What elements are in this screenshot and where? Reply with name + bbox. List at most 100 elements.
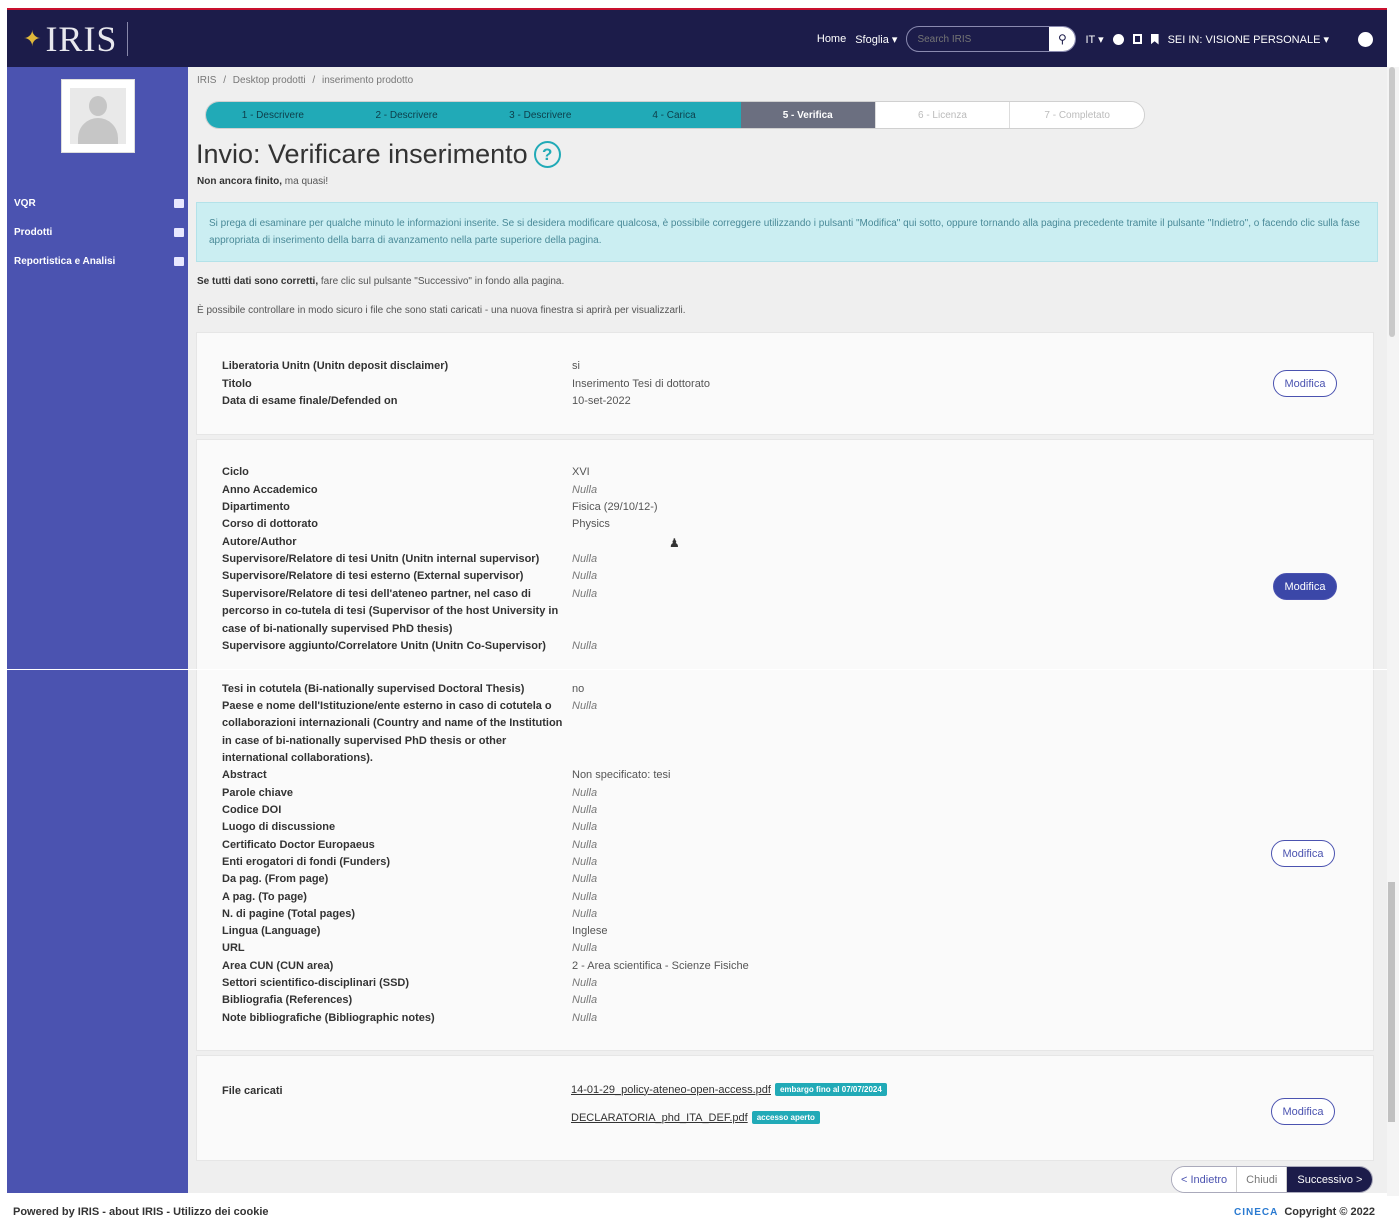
field-row: Certificato Doctor Europaeus Nulla bbox=[222, 839, 598, 851]
page-title: Invio: Verificare inserimento bbox=[196, 139, 528, 169]
next-button[interactable]: Successivo > bbox=[1287, 1167, 1373, 1192]
field-row: Enti erogatori di fondi (Funders) Nulla bbox=[222, 856, 598, 868]
field-row: Supervisore/Relatore di tesi dell'ateneo… bbox=[222, 588, 598, 635]
page-subtitle: Non ancora finito, ma quasi! bbox=[197, 176, 329, 187]
logo-mark-icon: ✦ bbox=[23, 26, 42, 52]
field-row: Data di esame finale/Defended on 10-set-2… bbox=[222, 395, 631, 407]
embargo-badge: embargo fino al 07/07/2024 bbox=[774, 1083, 887, 1096]
step-1[interactable]: 1 - Descrivere bbox=[206, 102, 340, 128]
progress-steps: 1 - Descrivere 2 - Descrivere 3 - Descri… bbox=[205, 101, 1145, 129]
step-6: 6 - Licenza bbox=[874, 102, 1010, 128]
field-row: Titolo Inserimento Tesi di dottorato bbox=[222, 378, 710, 390]
scrollbar-thumb[interactable] bbox=[1389, 67, 1395, 337]
field-row: A pag. (To page) Nulla bbox=[222, 891, 598, 903]
footer-links: Powered by IRIS - about IRIS - Utilizzo … bbox=[13, 1206, 269, 1218]
section-card-4: File caricati 14-01-29_policy-ateneo-ope… bbox=[196, 1055, 1374, 1161]
modifica-button-1[interactable]: Modifica bbox=[1273, 370, 1337, 397]
iris-logo[interactable]: ✦ IRIS bbox=[23, 19, 129, 59]
sidebar-item-label: Reportistica e Analisi bbox=[14, 255, 116, 267]
sidebar-item-vqr[interactable]: VQR bbox=[14, 194, 184, 212]
breadcrumb-iris[interactable]: IRIS bbox=[197, 75, 216, 86]
note-files: È possibile controllare in modo sicuro i… bbox=[197, 305, 686, 316]
footer-about-link[interactable]: about IRIS bbox=[109, 1206, 163, 1218]
page-footer: Powered by IRIS - about IRIS - Utilizzo … bbox=[0, 1196, 1399, 1220]
footer-copyright: CINECA Copyright © 2022 bbox=[1234, 1206, 1375, 1218]
nav-home-link[interactable]: Home bbox=[817, 33, 846, 45]
modifica-button-2[interactable]: Modifica bbox=[1273, 573, 1337, 600]
field-row: Parole chiave Nulla bbox=[222, 787, 598, 799]
language-dropdown[interactable]: IT ▾ bbox=[1085, 33, 1103, 46]
field-row: Codice DOI Nulla bbox=[222, 804, 598, 816]
field-row: URL Nulla bbox=[222, 942, 598, 954]
field-row: Settori scientifico-disciplinari (SSD) Nu… bbox=[222, 977, 598, 989]
note-correct: Se tutti dati sono corretti, fare clic s… bbox=[197, 276, 565, 287]
back-button[interactable]: < Indietro bbox=[1172, 1167, 1238, 1192]
bookmark-icon[interactable] bbox=[1150, 33, 1159, 45]
field-row: Lingua (Language) Inglese bbox=[222, 925, 608, 937]
field-row: Note bibliografiche (Bibliographic notes… bbox=[222, 1012, 598, 1024]
sidebar-item-label: VQR bbox=[14, 197, 36, 209]
info-alert: Si prega di esaminare per qualche minuto… bbox=[196, 202, 1378, 262]
logo-text: IRIS bbox=[45, 19, 118, 59]
section-card-1: Liberatoria Unitn (Unitn deposit disclai… bbox=[196, 332, 1374, 435]
field-row: Tesi in cotutela (Bi-nationally supervis… bbox=[222, 683, 585, 695]
field-row: Da pag. (From page) Nulla bbox=[222, 873, 598, 885]
field-row: Supervisore aggiunto/Correlatore Unitn (… bbox=[222, 640, 598, 652]
sidebar-item-reportistica[interactable]: Reportistica e Analisi bbox=[14, 252, 184, 270]
field-row: Dipartimento Fisica (29/10/12-) bbox=[222, 501, 658, 513]
scrollbar-thumb-lower[interactable] bbox=[1388, 882, 1395, 1122]
cineca-logo[interactable]: CINECA bbox=[1234, 1207, 1278, 1218]
help-icon[interactable] bbox=[1112, 33, 1124, 45]
search-input[interactable] bbox=[907, 33, 1050, 45]
grid-icon[interactable] bbox=[1132, 34, 1142, 44]
scrollbar[interactable] bbox=[1387, 67, 1399, 1196]
field-row: Supervisore/Relatore di tesi esterno (Ex… bbox=[222, 570, 598, 582]
top-nav: Home Sfoglia ▾ ⚲ IT ▾ SEI IN: VISIONE PE… bbox=[817, 24, 1373, 54]
field-row: Corso di dottorato Physics bbox=[222, 518, 610, 530]
modifica-button-3[interactable]: Modifica bbox=[1271, 840, 1335, 867]
step-3[interactable]: 3 - Descrivere bbox=[473, 102, 608, 128]
logo-divider bbox=[127, 22, 129, 56]
wizard-actions: < Indietro Chiudi Successivo > bbox=[1171, 1166, 1374, 1193]
app-window: ✦ IRIS Home Sfoglia ▾ ⚲ IT ▾ SEI IN: VIS… bbox=[0, 0, 1399, 1220]
page-title-wrap: Invio: Verificare inserimento ? bbox=[196, 139, 561, 170]
person-icon: ♟ bbox=[669, 536, 680, 550]
field-row: Ciclo XVI bbox=[222, 466, 590, 478]
step-7: 7 - Completato bbox=[1009, 102, 1144, 128]
field-row: Abstract Non specificato: tesi bbox=[222, 769, 671, 781]
step-2[interactable]: 2 - Descrivere bbox=[339, 102, 474, 128]
profile-photo bbox=[61, 79, 135, 153]
main-content: IRIS / Desktop prodotti / inserimento pr… bbox=[188, 67, 1387, 1193]
step-4[interactable]: 4 - Carica bbox=[607, 102, 741, 128]
open-access-badge: accesso aperto bbox=[751, 1111, 820, 1124]
file-item: 14-01-29_policy-ateneo-open-access.pdf e… bbox=[571, 1083, 887, 1096]
modifica-button-4[interactable]: Modifica bbox=[1271, 1098, 1335, 1125]
list-icon bbox=[174, 198, 184, 208]
search-box: ⚲ bbox=[906, 26, 1077, 52]
footer-cookie-link[interactable]: Utilizzo dei cookie bbox=[173, 1206, 268, 1218]
close-button[interactable]: Chiudi bbox=[1237, 1167, 1288, 1192]
sidebar-item-prodotti[interactable]: Prodotti bbox=[14, 223, 184, 241]
avatar-placeholder-icon bbox=[70, 88, 126, 144]
search-icon[interactable]: ⚲ bbox=[1049, 27, 1076, 51]
nav-browse-dropdown[interactable]: Sfoglia ▾ bbox=[855, 33, 897, 46]
footer-powered-link[interactable]: Powered by IRIS bbox=[13, 1206, 99, 1218]
field-row: Paese e nome dell'Istituzione/ente ester… bbox=[222, 700, 598, 764]
view-mode-dropdown[interactable]: SEI IN: VISIONE PERSONALE ▾ bbox=[1168, 33, 1329, 46]
field-row: Supervisore/Relatore di tesi Unitn (Unit… bbox=[222, 553, 598, 565]
field-row: Liberatoria Unitn (Unitn deposit disclai… bbox=[222, 360, 580, 372]
user-avatar-icon[interactable] bbox=[1358, 31, 1373, 47]
calendar-icon bbox=[174, 256, 184, 266]
file-link-2[interactable]: DECLARATORIA_phd_ITA_DEF.pdf bbox=[571, 1112, 748, 1124]
field-row: Bibliografia (References) Nulla bbox=[222, 994, 598, 1006]
sidebar: VQR Prodotti Reportistica e Analisi bbox=[7, 67, 188, 1193]
copyright-text: Copyright © 2022 bbox=[1284, 1206, 1375, 1218]
document-icon bbox=[174, 227, 184, 237]
section-card-2: Ciclo XVI Anno Accademico Nulla Dipartimen… bbox=[196, 439, 1374, 669]
breadcrumb-desktop[interactable]: Desktop prodotti bbox=[233, 75, 306, 86]
help-circle-icon[interactable]: ? bbox=[533, 141, 561, 168]
step-5[interactable]: 5 - Verifica bbox=[740, 102, 875, 128]
file-link-1[interactable]: 14-01-29_policy-ateneo-open-access.pdf bbox=[571, 1084, 771, 1096]
field-row: N. di pagine (Total pages) Nulla bbox=[222, 908, 598, 920]
field-row: Luogo di discussione Nulla bbox=[222, 821, 598, 833]
